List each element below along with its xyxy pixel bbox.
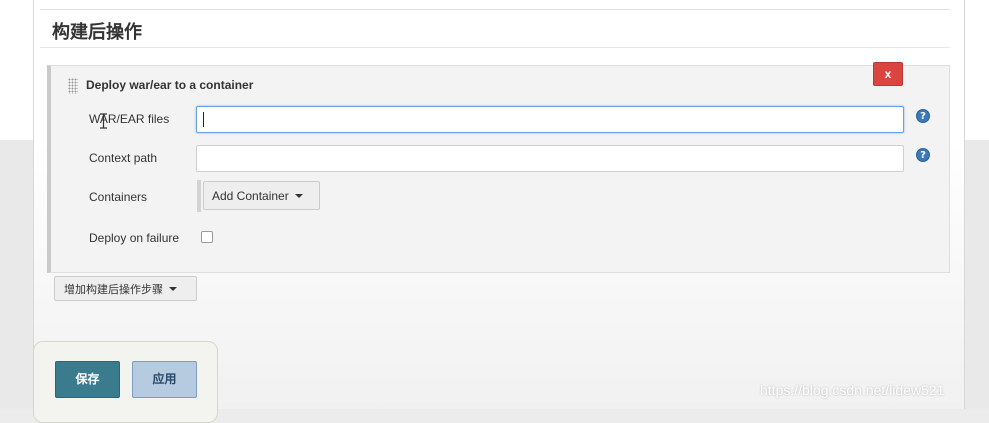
watermark: https://blog.csdn.net/lidew521 (760, 382, 945, 398)
containers-group-bar (197, 180, 201, 212)
deploy-on-failure-label: Deploy on failure (89, 231, 180, 245)
step-title: Deploy war/ear to a container (86, 78, 254, 92)
deploy-on-failure-checkbox[interactable] (201, 231, 213, 243)
help-icon[interactable]: ? (916, 148, 930, 162)
section-title: 构建后操作 (52, 22, 142, 43)
drag-handle-icon[interactable] (68, 78, 78, 94)
add-post-build-step-label: 增加构建后操作步骤 (64, 283, 163, 296)
apply-button[interactable]: 应用 (132, 361, 197, 398)
chevron-down-icon (294, 193, 303, 198)
text-caret (203, 112, 204, 127)
save-button[interactable]: 保存 (55, 361, 120, 398)
add-post-build-step-button[interactable]: 增加构建后操作步骤 (54, 276, 197, 301)
chevron-down-icon (169, 286, 177, 291)
context-path-label: Context path (89, 151, 158, 165)
containers-label: Containers (89, 190, 148, 204)
war-files-input[interactable] (196, 106, 904, 133)
help-icon[interactable]: ? (916, 109, 930, 123)
context-path-input[interactable] (196, 145, 904, 172)
add-container-label: Add Container (212, 188, 289, 203)
add-container-button[interactable]: Add Container (203, 181, 320, 210)
top-divider (40, 9, 950, 10)
text-cursor-icon (100, 113, 107, 129)
section-divider (40, 47, 950, 48)
delete-step-button[interactable]: x (873, 62, 903, 86)
